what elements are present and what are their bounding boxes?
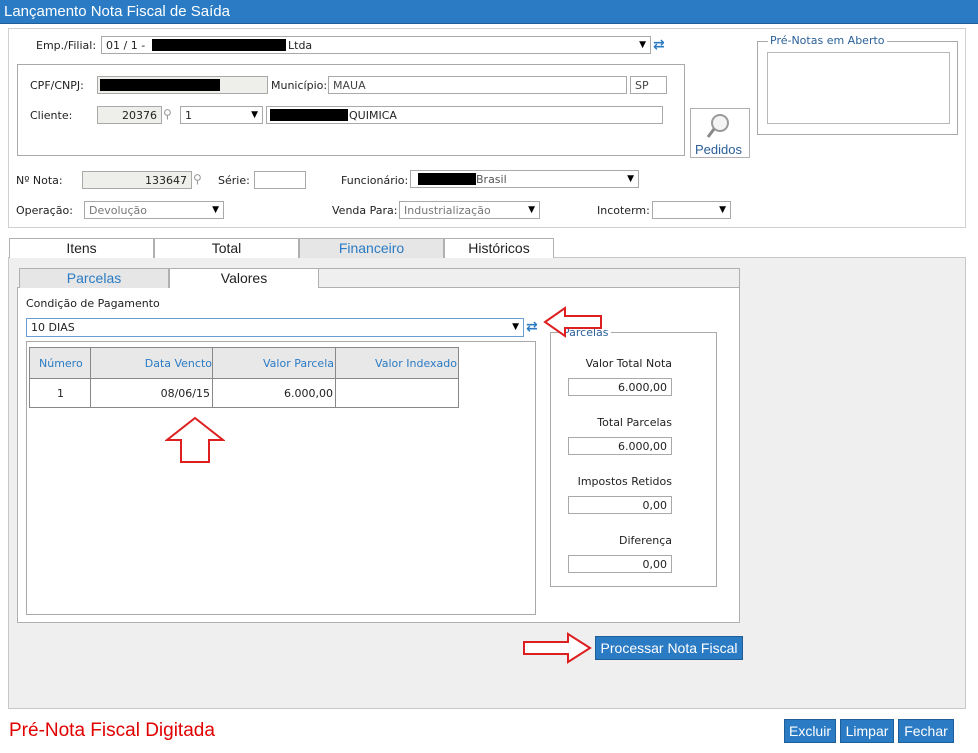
- pre-notas-label: Pré-Notas em Aberto: [768, 34, 887, 47]
- refresh-icon[interactable]: ⇄: [653, 38, 665, 52]
- serie-field[interactable]: [254, 171, 306, 189]
- processar-nota-fiscal-button[interactable]: Processar Nota Fiscal: [595, 636, 743, 660]
- tab-total[interactable]: Total: [154, 238, 299, 258]
- cliente-label: Cliente:: [30, 109, 73, 122]
- nota-field[interactable]: 133647: [82, 171, 192, 189]
- tab-financeiro[interactable]: Financeiro: [299, 238, 444, 258]
- total-parcelas-label: Total Parcelas: [597, 416, 672, 429]
- diferenca-label: Diferença: [619, 534, 672, 547]
- operacao-select[interactable]: Devolução ▼: [84, 201, 224, 219]
- chevron-down-icon: ▼: [528, 205, 535, 215]
- grid-cell-data[interactable]: 08/06/15: [92, 387, 210, 400]
- chevron-down-icon: ▼: [251, 110, 258, 120]
- pedidos-button[interactable]: Pedidos: [690, 108, 750, 158]
- operacao-value: Devolução: [89, 204, 148, 217]
- cliente-loja-select[interactable]: 1 ▼: [180, 106, 263, 124]
- tab-historicos[interactable]: Históricos: [444, 238, 554, 258]
- window-title: Lançamento Nota Fiscal de Saída: [4, 3, 230, 20]
- venda-para-value: Industrialização: [404, 204, 491, 217]
- grid-divider: [335, 348, 336, 407]
- grid-header-valor[interactable]: Valor Parcela: [214, 357, 334, 370]
- impostos-retidos-field[interactable]: 0,00: [568, 496, 672, 514]
- arrow-right-annotation: [522, 632, 592, 664]
- serie-label: Série:: [218, 174, 250, 187]
- grid-header-indexado[interactable]: Valor Indexado: [337, 357, 457, 370]
- funcionario-suffix: Brasil: [476, 173, 507, 186]
- grid-divider: [90, 348, 91, 407]
- pedidos-label: Pedidos: [695, 142, 742, 157]
- cliente-name-suffix: QUIMICA: [349, 109, 397, 122]
- cliente-loja-value: 1: [185, 109, 192, 122]
- emp-filial-suffix: Ltda: [288, 39, 313, 52]
- tab-itens[interactable]: Itens: [9, 238, 154, 258]
- valor-total-nota-field[interactable]: 6.000,00: [568, 378, 672, 396]
- impostos-retidos-label: Impostos Retidos: [577, 475, 672, 488]
- condicao-select[interactable]: 10 DIAS ▼: [26, 318, 524, 337]
- redacted-funcionario: [418, 173, 476, 185]
- search-icon[interactable]: ⚲: [193, 172, 202, 186]
- incoterm-select[interactable]: ▼: [652, 201, 731, 219]
- municipio-field[interactable]: MAUA: [328, 76, 627, 94]
- grid-cell-valor[interactable]: 6.000,00: [214, 387, 333, 400]
- pre-notas-list[interactable]: [767, 52, 950, 124]
- emp-filial-prefix: 01 / 1 -: [106, 39, 146, 52]
- cpf-label: CPF/CNPJ:: [30, 79, 84, 92]
- status-message: Pré-Nota Fiscal Digitada: [9, 720, 215, 741]
- grid-header-data[interactable]: Data Vencto: [92, 357, 212, 370]
- operacao-label: Operação:: [16, 204, 73, 217]
- grid-divider: [212, 348, 213, 407]
- valor-total-nota-label: Valor Total Nota: [585, 357, 672, 370]
- arrow-up-annotation: [165, 416, 225, 464]
- chevron-down-icon: ▼: [627, 174, 634, 184]
- subtab-strip: [319, 268, 740, 288]
- excluir-button[interactable]: Excluir: [784, 719, 836, 743]
- chevron-down-icon: ▼: [639, 40, 646, 50]
- redacted-cpf: [100, 79, 220, 91]
- chevron-down-icon: ▼: [719, 205, 726, 215]
- grid-cell-numero[interactable]: 1: [57, 387, 64, 400]
- redacted-client-name: [270, 109, 348, 121]
- emp-filial-label: Emp./Filial:: [36, 39, 97, 52]
- condicao-label: Condição de Pagamento: [26, 297, 160, 310]
- title-bar: Lançamento Nota Fiscal de Saída: [0, 0, 978, 24]
- tab-valores[interactable]: Valores: [169, 268, 319, 288]
- grid-header-numero[interactable]: Número: [39, 357, 83, 370]
- diferenca-field[interactable]: 0,00: [568, 555, 672, 573]
- limpar-button[interactable]: Limpar: [840, 719, 894, 743]
- chevron-down-icon: ▼: [512, 322, 519, 332]
- chevron-down-icon: ▼: [212, 205, 219, 215]
- search-icon[interactable]: ⚲: [163, 107, 172, 121]
- uf-field[interactable]: SP: [630, 76, 667, 94]
- grid-table: Número Data Vencto Valor Parcela Valor I…: [29, 347, 459, 408]
- refresh-icon[interactable]: ⇄: [526, 320, 538, 334]
- municipio-label: Município:: [271, 79, 328, 92]
- arrow-left-annotation: [543, 306, 603, 338]
- parcelas-totals-group: [550, 332, 717, 587]
- tab-parcelas[interactable]: Parcelas: [19, 268, 169, 288]
- total-parcelas-field[interactable]: 6.000,00: [568, 437, 672, 455]
- nota-label: Nº Nota:: [16, 174, 63, 187]
- search-icon: [706, 114, 729, 138]
- venda-para-label: Venda Para:: [332, 204, 398, 217]
- venda-para-select[interactable]: Industrialização ▼: [399, 201, 540, 219]
- condicao-value: 10 DIAS: [31, 321, 75, 334]
- funcionario-label: Funcionário:: [341, 174, 409, 187]
- fechar-button[interactable]: Fechar: [898, 719, 954, 743]
- incoterm-label: Incoterm:: [597, 204, 650, 217]
- redacted-company: [152, 39, 286, 51]
- cliente-code-field[interactable]: 20376: [97, 106, 162, 124]
